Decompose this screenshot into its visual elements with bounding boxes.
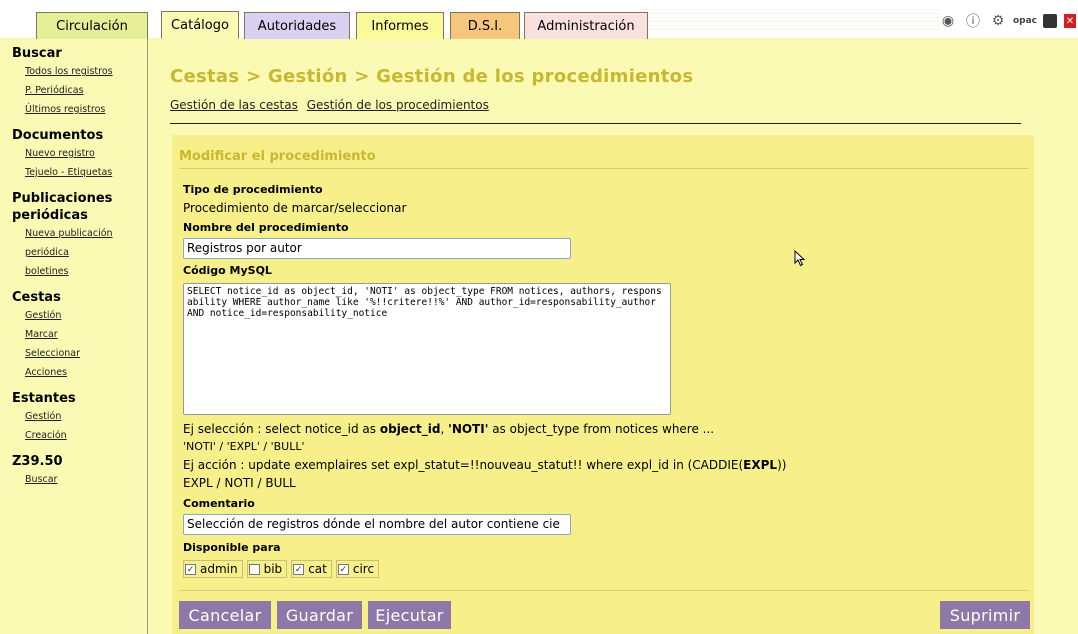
checkbox-admin[interactable]: ✓ admin (183, 560, 243, 578)
tab-autoridades[interactable]: Autoridades (244, 12, 350, 39)
sidebar-section-publicaciones-line1: Publicaciones (12, 191, 113, 206)
sidebar-item-ultimos-registros[interactable]: Últimos registros (25, 100, 147, 119)
form-divider (179, 168, 1029, 169)
sidebar-item-periodica[interactable]: periódica (25, 243, 147, 262)
checkbox-cat[interactable]: ✓ cat (291, 560, 332, 578)
header-decoration (640, 6, 940, 30)
sidebar-item-marcar[interactable]: Marcar (25, 325, 147, 344)
help-icon[interactable]: ⓘ (964, 12, 982, 30)
checkbox-circ-label: circ (352, 562, 375, 576)
buttons-divider (179, 590, 1029, 591)
sidebar-item-boletines[interactable]: boletines (25, 262, 147, 281)
tab-dsi[interactable]: D.S.I. (450, 12, 520, 39)
globe-icon[interactable]: ◉ (939, 12, 957, 30)
sidebar-item-todos-registros[interactable]: Todos los registros (25, 62, 147, 81)
help-accion-post: )) (777, 458, 787, 472)
tipo-value: Procedimiento de marcar/seleccionar (183, 201, 407, 215)
sidebar-section-buscar: Buscar (12, 46, 62, 61)
sidebar-section-estantes: Estantes (12, 391, 76, 406)
gear-icon[interactable]: ⚙ (989, 12, 1007, 30)
checkbox-admin-box[interactable]: ✓ (185, 563, 196, 575)
help-seleccion: Ej selección : select notice_id as objec… (183, 422, 714, 436)
checkbox-circ[interactable]: ✓ circ (335, 560, 380, 578)
cancelar-button[interactable]: Cancelar (179, 601, 271, 629)
sidebar-item-z3950-buscar[interactable]: Buscar (25, 470, 147, 489)
exit-icon[interactable]: ✕ (1064, 14, 1076, 28)
nombre-input[interactable]: Registros por autor (183, 238, 571, 259)
top-tab-bar: Circulación Catálogo Autoridades Informe… (0, 0, 1078, 39)
checkbox-circ-box[interactable]: ✓ (337, 563, 349, 575)
sidebar-item-estantes-gestion[interactable]: Gestión (25, 407, 147, 426)
main-content: Cestas > Gestión > Gestión de los proced… (149, 39, 1078, 634)
tab-administracion[interactable]: Administración (524, 12, 648, 39)
page-title: Cestas > Gestión > Gestión de los proced… (170, 66, 694, 87)
sidebar-item-cestas-gestion[interactable]: Gestión (25, 306, 147, 325)
comentario-input[interactable]: Selección de registros dónde el nombre d… (183, 514, 571, 535)
sidebar-item-creacion[interactable]: Creación (25, 426, 147, 445)
tab-informes[interactable]: Informes (356, 12, 444, 39)
form-title: Modificar el procedimiento (179, 149, 376, 164)
sidebar-item-acciones[interactable]: Acciones (25, 363, 147, 382)
checkbox-cat-box[interactable]: ✓ (293, 563, 305, 575)
mouse-cursor-icon (794, 250, 806, 267)
help-accion: Ej acción : update exemplaires set expl_… (183, 458, 786, 472)
checkbox-bib-label: bib (263, 562, 283, 576)
toolbar-icons: ◉ ⓘ ⚙ opac ✕ (939, 12, 1076, 30)
sidebar-item-seleccionar[interactable]: Seleccionar (25, 344, 147, 363)
nombre-label: Nombre del procedimiento (183, 221, 349, 234)
checkbox-cat-label: cat (308, 562, 327, 576)
sidebar-item-tejuelo[interactable]: Tejuelo - Etiquetas (25, 163, 147, 182)
tipo-label: Tipo de procedimiento (183, 183, 323, 196)
help-accion-expl: EXPL (743, 458, 778, 472)
opac-icon[interactable]: opac (1013, 12, 1037, 30)
disponible-label: Disponible para (183, 541, 281, 554)
sql-textarea[interactable]: SELECT notice_id as object_id, 'NOTI' as… (183, 283, 671, 415)
title-divider (170, 123, 1021, 124)
comentario-label: Comentario (183, 497, 255, 510)
procedure-form: Modificar el procedimiento Tipo de proce… (172, 135, 1034, 634)
sidebar-section-publicaciones-line2: periódicas (12, 208, 88, 223)
checkbox-bib-box[interactable] (248, 563, 260, 575)
help-types-2: EXPL / NOTI / BULL (183, 476, 296, 490)
sidebar-item-nueva-publicacion[interactable]: Nueva publicación (25, 224, 147, 243)
help-accion-pre: Ej acción : update exemplaires set expl_… (183, 458, 744, 472)
sidebar-item-p-periodicas[interactable]: P. Periódicas (25, 81, 147, 100)
help-seleccion-noti: 'NOTI' (448, 422, 489, 436)
link-gestion-procedimientos[interactable]: Gestión de los procedimientos (307, 98, 489, 112)
save-icon[interactable] (1043, 14, 1057, 28)
help-types-1: 'NOTI' / 'EXPL' / 'BULL' (183, 440, 305, 453)
tab-catalogo[interactable]: Catálogo (161, 11, 239, 39)
checkbox-bib[interactable]: bib (246, 560, 288, 578)
help-seleccion-pre: Ej selección : select notice_id as (183, 422, 380, 436)
breadcrumb: Gestión de las cestas Gestión de los pro… (170, 98, 494, 112)
sidebar: Buscar Todos los registros P. Periódicas… (0, 39, 148, 634)
checkbox-admin-label: admin (200, 562, 238, 576)
sidebar-item-nuevo-registro[interactable]: Nuevo registro (25, 144, 147, 163)
tab-circulacion[interactable]: Circulación (36, 12, 148, 39)
help-seleccion-post: as object_type from notices where ... (488, 422, 715, 436)
ejecutar-button[interactable]: Ejecutar (368, 601, 451, 629)
suprimir-button[interactable]: Suprimir (940, 601, 1030, 629)
sidebar-section-z3950: Z39.50 (12, 454, 63, 469)
help-seleccion-object-id: object_id (379, 422, 441, 436)
link-gestion-cestas[interactable]: Gestión de las cestas (170, 98, 298, 112)
sidebar-section-cestas: Cestas (12, 290, 61, 305)
guardar-button[interactable]: Guardar (277, 601, 362, 629)
sidebar-section-documentos: Documentos (12, 128, 104, 143)
disponible-checkboxes: ✓ admin bib ✓ cat ✓ circ (183, 560, 380, 578)
sql-label: Código MySQL (183, 264, 272, 277)
sidebar-section-publicaciones: Publicaciones periódicas (12, 190, 147, 224)
help-seleccion-sep: , (440, 422, 449, 436)
